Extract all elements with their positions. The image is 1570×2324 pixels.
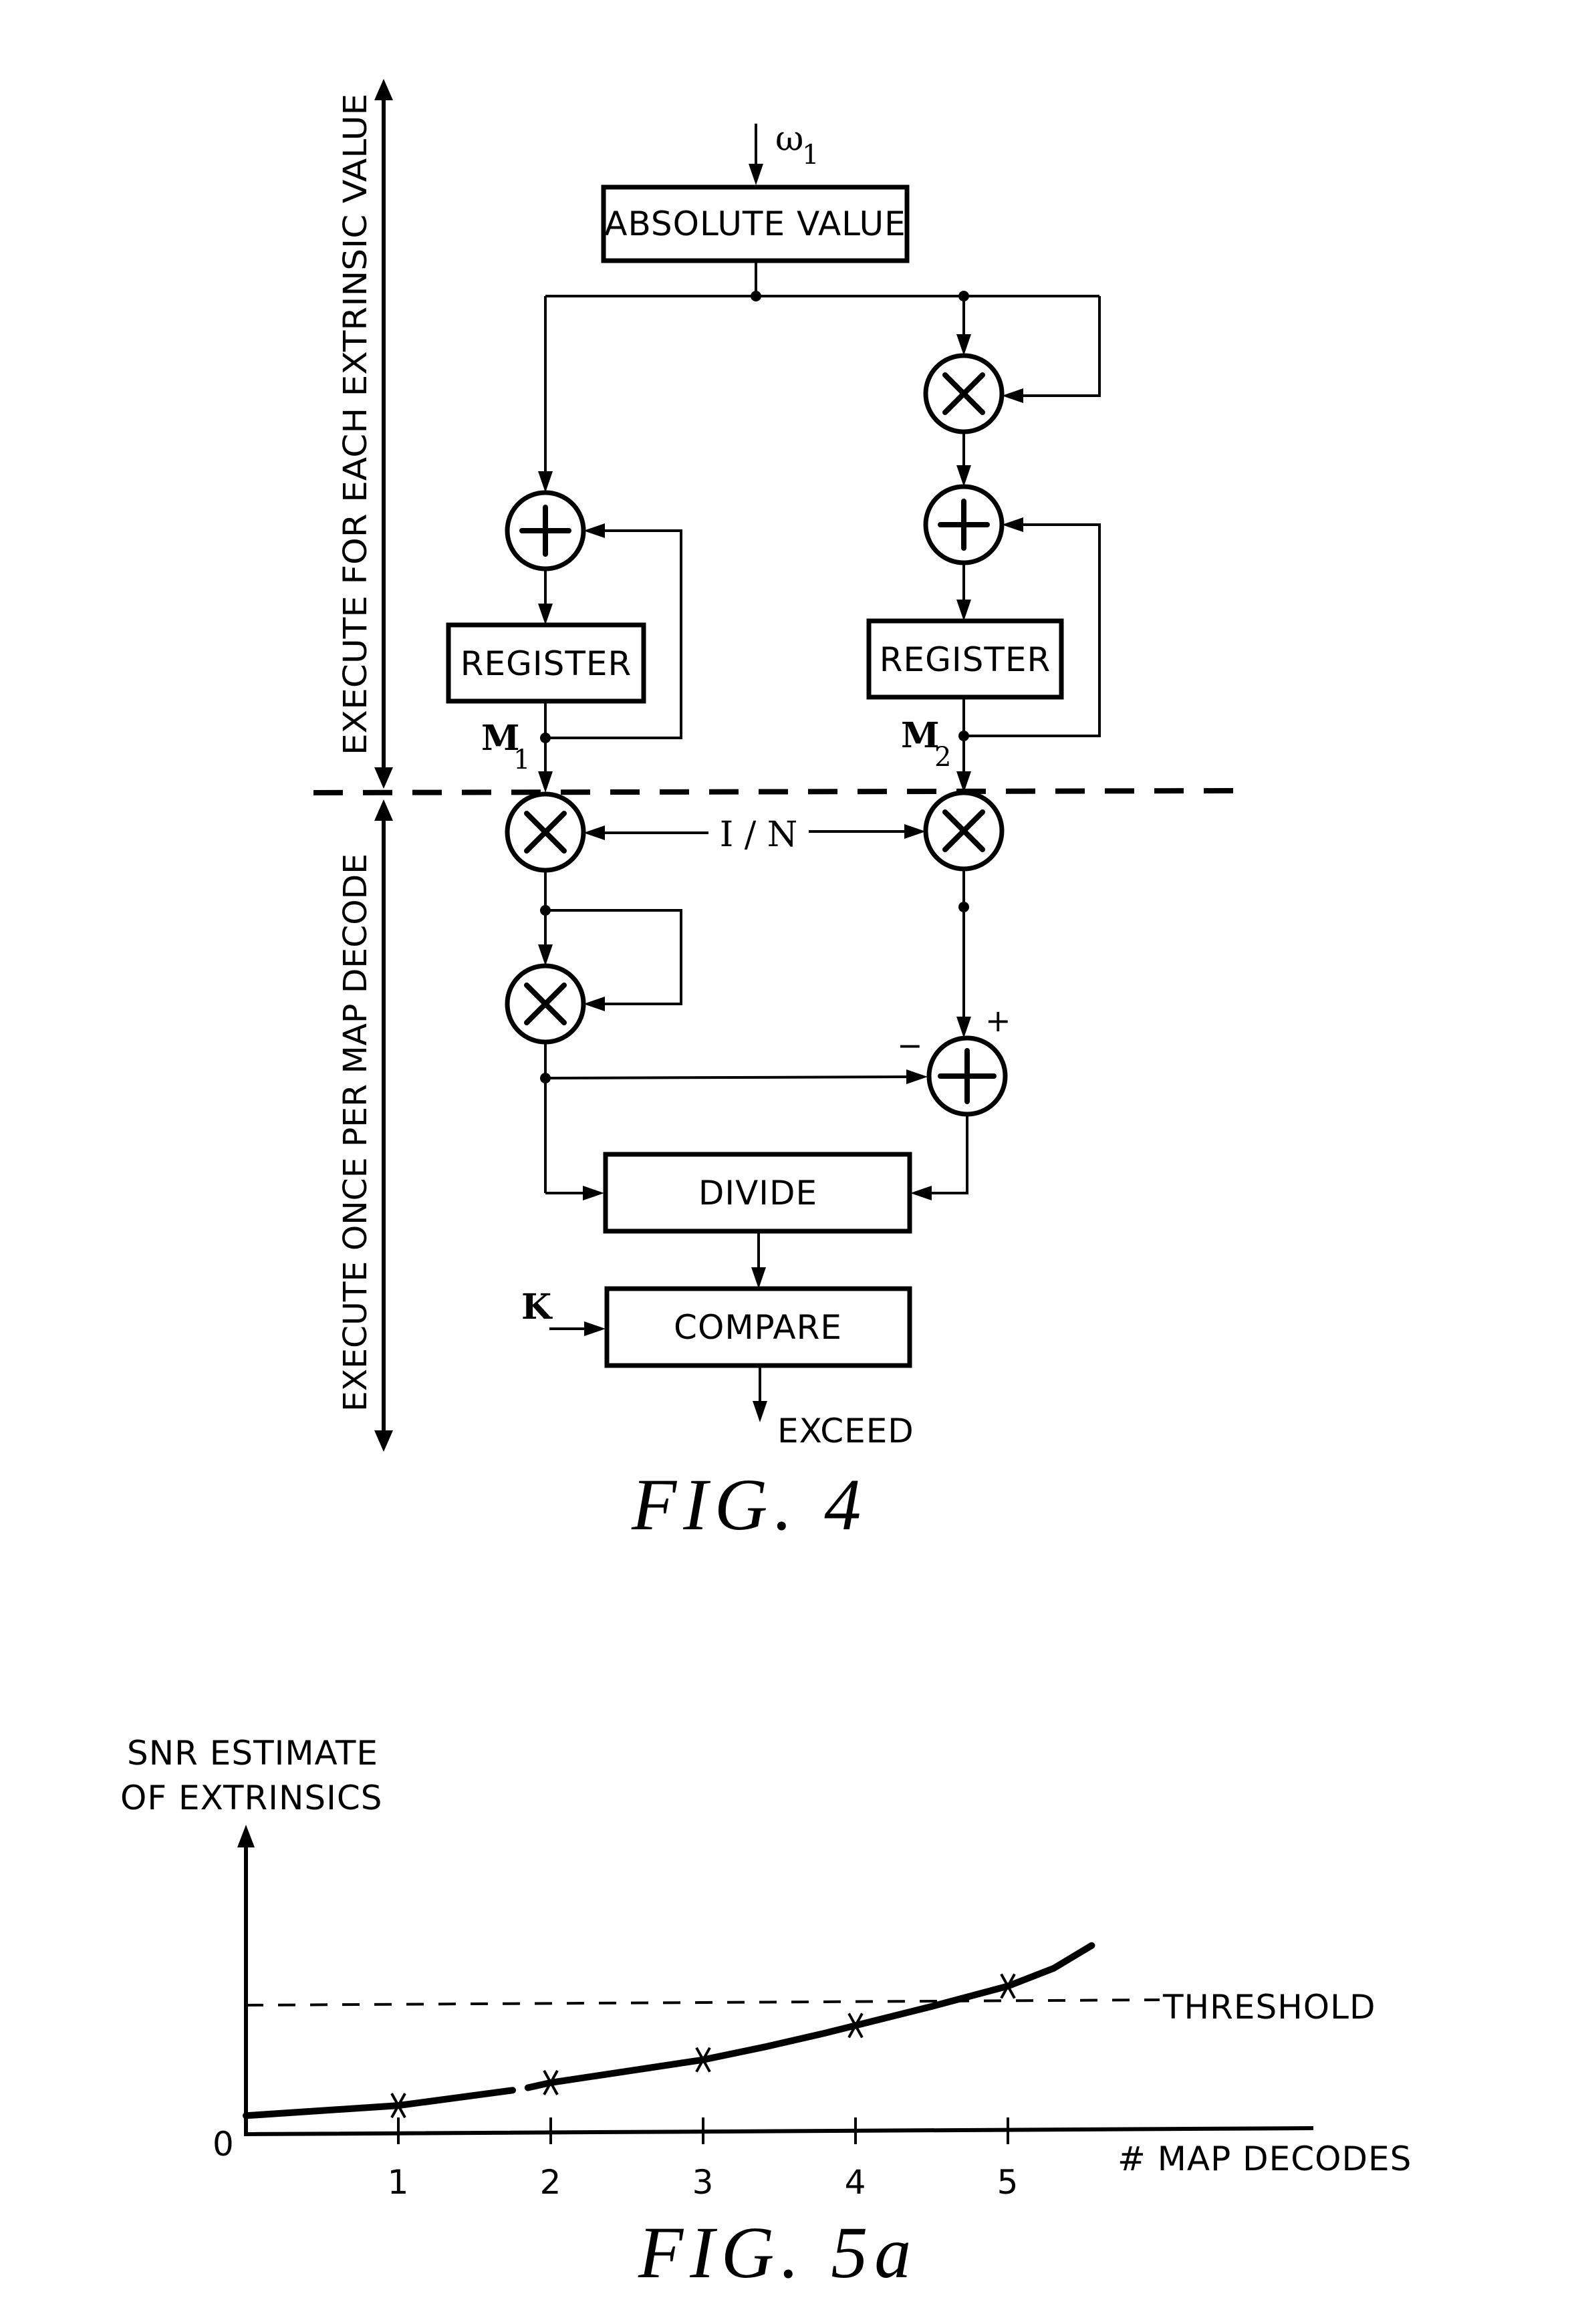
chart-axes: 0	[213, 1825, 1314, 2164]
x-axis-line	[243, 2125, 1314, 2137]
x-tick-label-3: 3	[692, 2163, 714, 2202]
snr-curve	[243, 1942, 1095, 2119]
threshold-line: THRESHOLD	[245, 1988, 1376, 2027]
x-tick-label-2: 2	[540, 2163, 562, 2202]
snr-curve-segment-2	[524, 1942, 1095, 2091]
threshold-dashed-line	[245, 1998, 1160, 2007]
y-axis-label-line2: OF EXTRINSICS	[120, 1779, 383, 1817]
figure-5a-chart: SNR ESTIMATE OF EXTRINSICS 0 1 2 3 4 5 THRES…	[120, 1734, 1412, 2293]
snr-curve-segment-1	[243, 2087, 516, 2119]
x-tick-label-1: 1	[388, 2163, 410, 2202]
threshold-label: THRESHOLD	[1162, 1988, 1376, 2027]
figure-5a-caption: FIG. 5a	[638, 2212, 918, 2293]
y-tick-label-0: 0	[213, 2125, 235, 2164]
y-axis-arrowhead	[237, 1825, 255, 1847]
x-axis-label: # MAP DECODES	[1118, 2140, 1412, 2178]
y-axis-label-line1: SNR ESTIMATE	[127, 1734, 378, 1773]
x-tick-label-5: 5	[997, 2163, 1019, 2202]
x-tick-label-4: 4	[845, 2163, 867, 2202]
